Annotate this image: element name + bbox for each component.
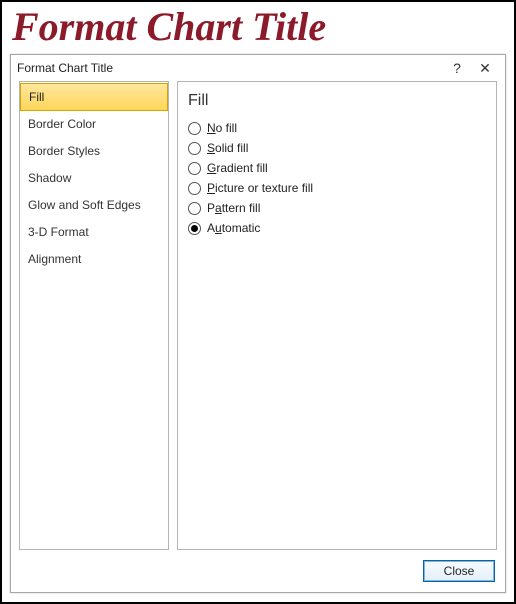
- radio-dot-icon: [191, 225, 198, 232]
- radio-picture-or-texture-fill[interactable]: Picture or texture fill: [188, 178, 486, 198]
- radio-pattern-fill[interactable]: Pattern fill: [188, 198, 486, 218]
- radio-solid-fill[interactable]: Solid fill: [188, 138, 486, 158]
- fill-options-group: No fill Solid fill Gradient fill Picture or…: [188, 118, 486, 238]
- radio-gradient-fill[interactable]: Gradient fill: [188, 158, 486, 178]
- close-icon[interactable]: ✕: [471, 60, 499, 77]
- page-title: Format Chart Title: [2, 2, 514, 50]
- radio-automatic[interactable]: Automatic: [188, 218, 486, 238]
- radio-label: Automatic: [207, 221, 260, 235]
- help-button[interactable]: ?: [443, 60, 471, 76]
- radio-button-icon: [188, 142, 201, 155]
- dialog-footer: Close: [11, 554, 505, 592]
- dialog-format-chart-title: Format Chart Title ? ✕ FillBorder ColorB…: [10, 54, 506, 593]
- radio-label: Pattern fill: [207, 201, 260, 215]
- sidebar-item-3-d-format[interactable]: 3-D Format: [20, 219, 168, 246]
- dialog-titlebar: Format Chart Title ? ✕: [11, 55, 505, 81]
- sidebar: FillBorder ColorBorder StylesShadowGlow …: [19, 81, 169, 550]
- radio-button-icon: [188, 202, 201, 215]
- radio-label: No fill: [207, 121, 237, 135]
- radio-label: Solid fill: [207, 141, 248, 155]
- sidebar-item-fill[interactable]: Fill: [20, 83, 168, 111]
- sidebar-item-glow-and-soft-edges[interactable]: Glow and Soft Edges: [20, 192, 168, 219]
- radio-label: Gradient fill: [207, 161, 268, 175]
- sidebar-item-border-styles[interactable]: Border Styles: [20, 138, 168, 165]
- sidebar-item-shadow[interactable]: Shadow: [20, 165, 168, 192]
- radio-label: Picture or texture fill: [207, 181, 313, 195]
- radio-button-icon: [188, 222, 201, 235]
- radio-button-icon: [188, 182, 201, 195]
- dialog-title-text: Format Chart Title: [17, 61, 113, 75]
- radio-no-fill[interactable]: No fill: [188, 118, 486, 138]
- radio-button-icon: [188, 122, 201, 135]
- radio-button-icon: [188, 162, 201, 175]
- dialog-body: FillBorder ColorBorder StylesShadowGlow …: [11, 81, 505, 554]
- content-panel: Fill No fill Solid fill Gradient fill Pictu…: [177, 81, 497, 550]
- close-button[interactable]: Close: [423, 560, 495, 582]
- sidebar-item-border-color[interactable]: Border Color: [20, 111, 168, 138]
- content-heading: Fill: [188, 92, 486, 110]
- sidebar-item-alignment[interactable]: Alignment: [20, 246, 168, 273]
